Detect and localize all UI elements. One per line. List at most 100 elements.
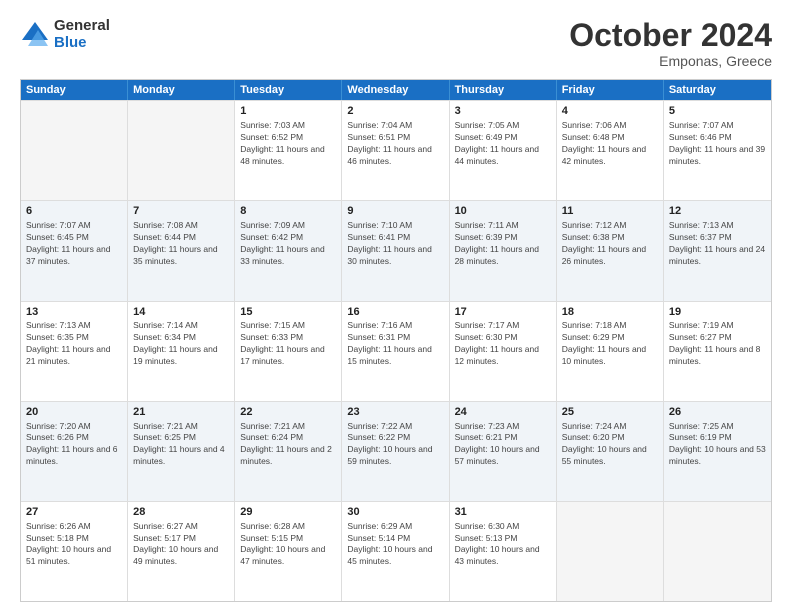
calendar-row: 6Sunrise: 7:07 AM Sunset: 6:45 PM Daylig… bbox=[21, 200, 771, 300]
day-number: 6 bbox=[26, 204, 122, 219]
calendar-cell: 23Sunrise: 7:22 AM Sunset: 6:22 PM Dayli… bbox=[342, 402, 449, 501]
day-number: 27 bbox=[26, 505, 122, 520]
calendar-day-header: Tuesday bbox=[235, 80, 342, 100]
cell-info: Sunrise: 7:16 AM Sunset: 6:31 PM Dayligh… bbox=[347, 320, 443, 368]
calendar-cell: 6Sunrise: 7:07 AM Sunset: 6:45 PM Daylig… bbox=[21, 201, 128, 300]
calendar-cell: 29Sunrise: 6:28 AM Sunset: 5:15 PM Dayli… bbox=[235, 502, 342, 601]
calendar-cell: 2Sunrise: 7:04 AM Sunset: 6:51 PM Daylig… bbox=[342, 101, 449, 200]
calendar-day-header: Saturday bbox=[664, 80, 771, 100]
calendar-cell: 26Sunrise: 7:25 AM Sunset: 6:19 PM Dayli… bbox=[664, 402, 771, 501]
page-header: General Blue October 2024 Emponas, Greec… bbox=[20, 18, 772, 69]
calendar-row: 1Sunrise: 7:03 AM Sunset: 6:52 PM Daylig… bbox=[21, 100, 771, 200]
cell-info: Sunrise: 7:04 AM Sunset: 6:51 PM Dayligh… bbox=[347, 120, 443, 168]
cell-info: Sunrise: 7:06 AM Sunset: 6:48 PM Dayligh… bbox=[562, 120, 658, 168]
calendar-cell bbox=[21, 101, 128, 200]
cell-info: Sunrise: 7:07 AM Sunset: 6:45 PM Dayligh… bbox=[26, 220, 122, 268]
logo: General Blue bbox=[20, 18, 110, 51]
day-number: 9 bbox=[347, 204, 443, 219]
day-number: 29 bbox=[240, 505, 336, 520]
cell-info: Sunrise: 7:19 AM Sunset: 6:27 PM Dayligh… bbox=[669, 320, 766, 368]
calendar-cell: 5Sunrise: 7:07 AM Sunset: 6:46 PM Daylig… bbox=[664, 101, 771, 200]
calendar-cell: 3Sunrise: 7:05 AM Sunset: 6:49 PM Daylig… bbox=[450, 101, 557, 200]
calendar-cell: 18Sunrise: 7:18 AM Sunset: 6:29 PM Dayli… bbox=[557, 302, 664, 401]
calendar-cell: 16Sunrise: 7:16 AM Sunset: 6:31 PM Dayli… bbox=[342, 302, 449, 401]
calendar-day-header: Sunday bbox=[21, 80, 128, 100]
cell-info: Sunrise: 7:21 AM Sunset: 6:25 PM Dayligh… bbox=[133, 421, 229, 469]
calendar-cell bbox=[664, 502, 771, 601]
day-number: 16 bbox=[347, 305, 443, 320]
calendar-cell: 9Sunrise: 7:10 AM Sunset: 6:41 PM Daylig… bbox=[342, 201, 449, 300]
calendar-day-header: Friday bbox=[557, 80, 664, 100]
cell-info: Sunrise: 7:08 AM Sunset: 6:44 PM Dayligh… bbox=[133, 220, 229, 268]
cell-info: Sunrise: 7:15 AM Sunset: 6:33 PM Dayligh… bbox=[240, 320, 336, 368]
cell-info: Sunrise: 7:11 AM Sunset: 6:39 PM Dayligh… bbox=[455, 220, 551, 268]
calendar-cell: 17Sunrise: 7:17 AM Sunset: 6:30 PM Dayli… bbox=[450, 302, 557, 401]
cell-info: Sunrise: 6:29 AM Sunset: 5:14 PM Dayligh… bbox=[347, 521, 443, 569]
calendar-cell: 12Sunrise: 7:13 AM Sunset: 6:37 PM Dayli… bbox=[664, 201, 771, 300]
day-number: 2 bbox=[347, 104, 443, 119]
calendar: SundayMondayTuesdayWednesdayThursdayFrid… bbox=[20, 79, 772, 602]
cell-info: Sunrise: 7:17 AM Sunset: 6:30 PM Dayligh… bbox=[455, 320, 551, 368]
day-number: 12 bbox=[669, 204, 766, 219]
cell-info: Sunrise: 6:28 AM Sunset: 5:15 PM Dayligh… bbox=[240, 521, 336, 569]
day-number: 31 bbox=[455, 505, 551, 520]
cell-info: Sunrise: 7:18 AM Sunset: 6:29 PM Dayligh… bbox=[562, 320, 658, 368]
cell-info: Sunrise: 7:13 AM Sunset: 6:35 PM Dayligh… bbox=[26, 320, 122, 368]
day-number: 24 bbox=[455, 405, 551, 420]
day-number: 7 bbox=[133, 204, 229, 219]
cell-info: Sunrise: 7:23 AM Sunset: 6:21 PM Dayligh… bbox=[455, 421, 551, 469]
calendar-cell: 19Sunrise: 7:19 AM Sunset: 6:27 PM Dayli… bbox=[664, 302, 771, 401]
calendar-cell: 15Sunrise: 7:15 AM Sunset: 6:33 PM Dayli… bbox=[235, 302, 342, 401]
calendar-row: 20Sunrise: 7:20 AM Sunset: 6:26 PM Dayli… bbox=[21, 401, 771, 501]
calendar-cell: 20Sunrise: 7:20 AM Sunset: 6:26 PM Dayli… bbox=[21, 402, 128, 501]
cell-info: Sunrise: 7:14 AM Sunset: 6:34 PM Dayligh… bbox=[133, 320, 229, 368]
calendar-cell: 28Sunrise: 6:27 AM Sunset: 5:17 PM Dayli… bbox=[128, 502, 235, 601]
calendar-cell: 4Sunrise: 7:06 AM Sunset: 6:48 PM Daylig… bbox=[557, 101, 664, 200]
day-number: 30 bbox=[347, 505, 443, 520]
cell-info: Sunrise: 7:05 AM Sunset: 6:49 PM Dayligh… bbox=[455, 120, 551, 168]
calendar-row: 27Sunrise: 6:26 AM Sunset: 5:18 PM Dayli… bbox=[21, 501, 771, 601]
day-number: 28 bbox=[133, 505, 229, 520]
cell-info: Sunrise: 7:13 AM Sunset: 6:37 PM Dayligh… bbox=[669, 220, 766, 268]
calendar-cell: 24Sunrise: 7:23 AM Sunset: 6:21 PM Dayli… bbox=[450, 402, 557, 501]
cell-info: Sunrise: 7:10 AM Sunset: 6:41 PM Dayligh… bbox=[347, 220, 443, 268]
cell-info: Sunrise: 7:22 AM Sunset: 6:22 PM Dayligh… bbox=[347, 421, 443, 469]
day-number: 19 bbox=[669, 305, 766, 320]
day-number: 11 bbox=[562, 204, 658, 219]
day-number: 23 bbox=[347, 405, 443, 420]
cell-info: Sunrise: 7:03 AM Sunset: 6:52 PM Dayligh… bbox=[240, 120, 336, 168]
day-number: 10 bbox=[455, 204, 551, 219]
cell-info: Sunrise: 7:09 AM Sunset: 6:42 PM Dayligh… bbox=[240, 220, 336, 268]
day-number: 1 bbox=[240, 104, 336, 119]
day-number: 25 bbox=[562, 405, 658, 420]
calendar-header: SundayMondayTuesdayWednesdayThursdayFrid… bbox=[21, 80, 771, 100]
cell-info: Sunrise: 7:25 AM Sunset: 6:19 PM Dayligh… bbox=[669, 421, 766, 469]
day-number: 26 bbox=[669, 405, 766, 420]
calendar-day-header: Monday bbox=[128, 80, 235, 100]
logo-icon bbox=[20, 20, 50, 50]
calendar-cell: 30Sunrise: 6:29 AM Sunset: 5:14 PM Dayli… bbox=[342, 502, 449, 601]
cell-info: Sunrise: 7:20 AM Sunset: 6:26 PM Dayligh… bbox=[26, 421, 122, 469]
cell-info: Sunrise: 6:27 AM Sunset: 5:17 PM Dayligh… bbox=[133, 521, 229, 569]
calendar-cell: 14Sunrise: 7:14 AM Sunset: 6:34 PM Dayli… bbox=[128, 302, 235, 401]
day-number: 8 bbox=[240, 204, 336, 219]
calendar-cell bbox=[128, 101, 235, 200]
logo-blue-text: Blue bbox=[54, 35, 110, 52]
calendar-cell: 31Sunrise: 6:30 AM Sunset: 5:13 PM Dayli… bbox=[450, 502, 557, 601]
day-number: 5 bbox=[669, 104, 766, 119]
cell-info: Sunrise: 6:30 AM Sunset: 5:13 PM Dayligh… bbox=[455, 521, 551, 569]
calendar-cell: 21Sunrise: 7:21 AM Sunset: 6:25 PM Dayli… bbox=[128, 402, 235, 501]
day-number: 20 bbox=[26, 405, 122, 420]
cell-info: Sunrise: 7:07 AM Sunset: 6:46 PM Dayligh… bbox=[669, 120, 766, 168]
calendar-cell: 22Sunrise: 7:21 AM Sunset: 6:24 PM Dayli… bbox=[235, 402, 342, 501]
location: Emponas, Greece bbox=[569, 53, 772, 69]
month-title: October 2024 bbox=[569, 18, 772, 53]
calendar-cell: 25Sunrise: 7:24 AM Sunset: 6:20 PM Dayli… bbox=[557, 402, 664, 501]
calendar-cell: 13Sunrise: 7:13 AM Sunset: 6:35 PM Dayli… bbox=[21, 302, 128, 401]
calendar-cell: 11Sunrise: 7:12 AM Sunset: 6:38 PM Dayli… bbox=[557, 201, 664, 300]
calendar-cell: 10Sunrise: 7:11 AM Sunset: 6:39 PM Dayli… bbox=[450, 201, 557, 300]
calendar-cell: 27Sunrise: 6:26 AM Sunset: 5:18 PM Dayli… bbox=[21, 502, 128, 601]
calendar-cell bbox=[557, 502, 664, 601]
calendar-day-header: Thursday bbox=[450, 80, 557, 100]
cell-info: Sunrise: 6:26 AM Sunset: 5:18 PM Dayligh… bbox=[26, 521, 122, 569]
